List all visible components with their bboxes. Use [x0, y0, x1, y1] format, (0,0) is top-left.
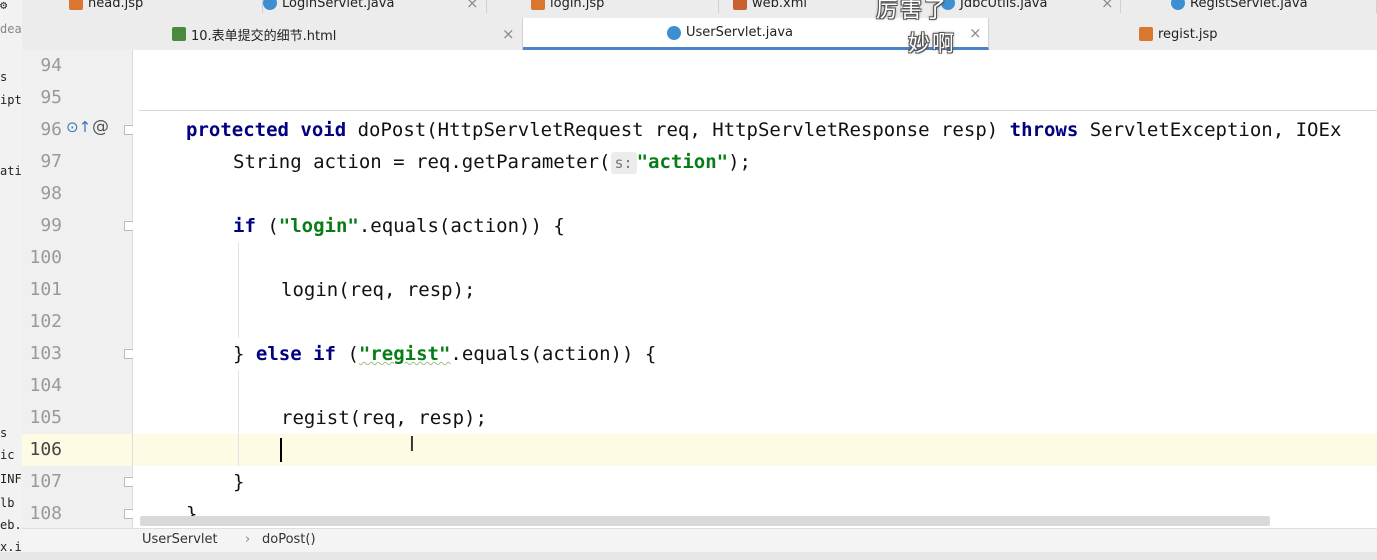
- line-number-current: 106: [29, 439, 62, 460]
- project-tree-fragment[interactable]: s: [0, 426, 7, 440]
- parameter-hint: s:: [610, 152, 637, 174]
- tab-registservlet-java[interactable]: RegistServlet.java: [1121, 0, 1377, 13]
- editor-gutter: 94 95 96 97 98 99 100 101 102 103 104 10…: [22, 50, 161, 528]
- code-line-107: }: [233, 471, 245, 493]
- status-strip: [0, 552, 1377, 560]
- jsp-file-icon: [531, 0, 545, 10]
- tab-label: 10.表单提交的细节.html: [191, 28, 337, 44]
- indent-guide: [238, 370, 239, 466]
- breadcrumb-separator: ›: [245, 532, 251, 547]
- project-tree-fragment[interactable]: INF: [0, 472, 22, 486]
- tab-label: LoginServlet.java: [282, 0, 395, 11]
- tab-label: JdbcUtils.java: [960, 0, 1048, 11]
- editor-tab-row-2: 10.表单提交的细节.html × UserServlet.java × reg…: [22, 18, 1377, 51]
- horizontal-scrollbar[interactable]: [140, 516, 1270, 526]
- tab-web-xml[interactable]: web.xml ×: [719, 0, 901, 13]
- project-tree-fragment[interactable]: ipt: [0, 93, 22, 107]
- close-icon[interactable]: ×: [969, 24, 982, 42]
- xml-file-icon: [733, 0, 747, 10]
- text-caret: [280, 438, 282, 462]
- java-class-icon: [667, 25, 681, 40]
- line-number: 101: [29, 279, 62, 300]
- html-file-icon: [172, 27, 186, 41]
- line-number: 96: [40, 119, 62, 140]
- breadcrumb-method[interactable]: doPost(): [262, 532, 316, 547]
- tab-label: regist.jsp: [1158, 26, 1218, 42]
- close-icon[interactable]: ×: [1101, 0, 1114, 12]
- settings-icon[interactable]: ⚙: [0, 0, 7, 12]
- line-number: 108: [29, 503, 62, 524]
- line-number: 98: [40, 183, 62, 204]
- tab-label: RegistServlet.java: [1190, 0, 1308, 11]
- line-number: 95: [40, 87, 62, 108]
- tab-label: web.xml: [752, 0, 807, 11]
- jsp-file-icon: [69, 0, 83, 10]
- project-tree-fragment[interactable]: s: [0, 70, 7, 84]
- line-number: 104: [29, 375, 62, 396]
- project-tree-fragment[interactable]: ati: [0, 164, 22, 178]
- code-line-101: login(req, resp);: [281, 279, 476, 301]
- overlay-comment: 妙啊: [908, 32, 957, 57]
- line-number: 97: [40, 151, 62, 172]
- code-line-105: regist(req, resp);: [281, 407, 487, 429]
- method-separator: [139, 110, 1377, 111]
- project-tree-fragment[interactable]: lb: [0, 496, 14, 510]
- jsp-file-icon: [1139, 27, 1153, 41]
- project-tree-fragment[interactable]: dea: [0, 22, 22, 36]
- tab-head-jsp[interactable]: head.jsp: [47, 0, 263, 13]
- line-number: 103: [29, 343, 62, 364]
- code-line-103: } else if ("regist".equals(action)) {: [233, 343, 657, 365]
- line-number: 94: [40, 55, 62, 76]
- tab-loginservlet-java[interactable]: LoginServlet.java ×: [263, 0, 487, 13]
- code-editor[interactable]: protected void doPost(HttpServletRequest…: [133, 50, 1377, 528]
- editor-tab-row-1: head.jsp LoginServlet.java × login.jsp w…: [22, 0, 1377, 19]
- line-number: 100: [29, 247, 62, 268]
- ibeam-cursor-icon: I: [409, 432, 415, 456]
- line-number: 102: [29, 311, 62, 332]
- overlay-comment: 厉害了: [876, 0, 949, 23]
- code-line-97: String action = req.getParameter(s: "acti…: [233, 151, 751, 174]
- tab-label: login.jsp: [550, 0, 605, 11]
- project-panel: ⚙ dea s ipt ati s ic INF lb eb. x.i: [0, 0, 23, 560]
- project-tree-fragment[interactable]: ic: [0, 448, 14, 462]
- breadcrumb: UserServlet › doPost(): [22, 528, 1377, 553]
- code-line-99: if ("login".equals(action)) {: [233, 215, 565, 237]
- override-method-icon[interactable]: ⊙↑: [66, 118, 91, 136]
- breadcrumb-class[interactable]: UserServlet: [142, 532, 218, 547]
- annotation-icon[interactable]: @: [92, 117, 109, 137]
- tab-label: head.jsp: [88, 0, 144, 11]
- close-icon[interactable]: ×: [502, 25, 515, 43]
- tab-html-file[interactable]: 10.表单提交的细节.html ×: [22, 18, 523, 50]
- current-line-highlight: [133, 434, 1377, 466]
- close-icon[interactable]: ×: [466, 0, 479, 12]
- code-line-96: protected void doPost(HttpServletRequest…: [186, 119, 1342, 141]
- line-number: 107: [29, 471, 62, 492]
- java-class-icon: [263, 0, 277, 10]
- line-number: 105: [29, 407, 62, 428]
- java-class-icon: [1171, 0, 1185, 10]
- tab-login-jsp[interactable]: login.jsp: [487, 0, 719, 13]
- project-tree-fragment[interactable]: eb.: [0, 518, 22, 532]
- tab-regist-jsp[interactable]: regist.jsp: [989, 18, 1377, 50]
- tab-label: UserServlet.java: [686, 25, 793, 40]
- line-number: 99: [40, 215, 62, 236]
- indent-guide: [238, 242, 239, 338]
